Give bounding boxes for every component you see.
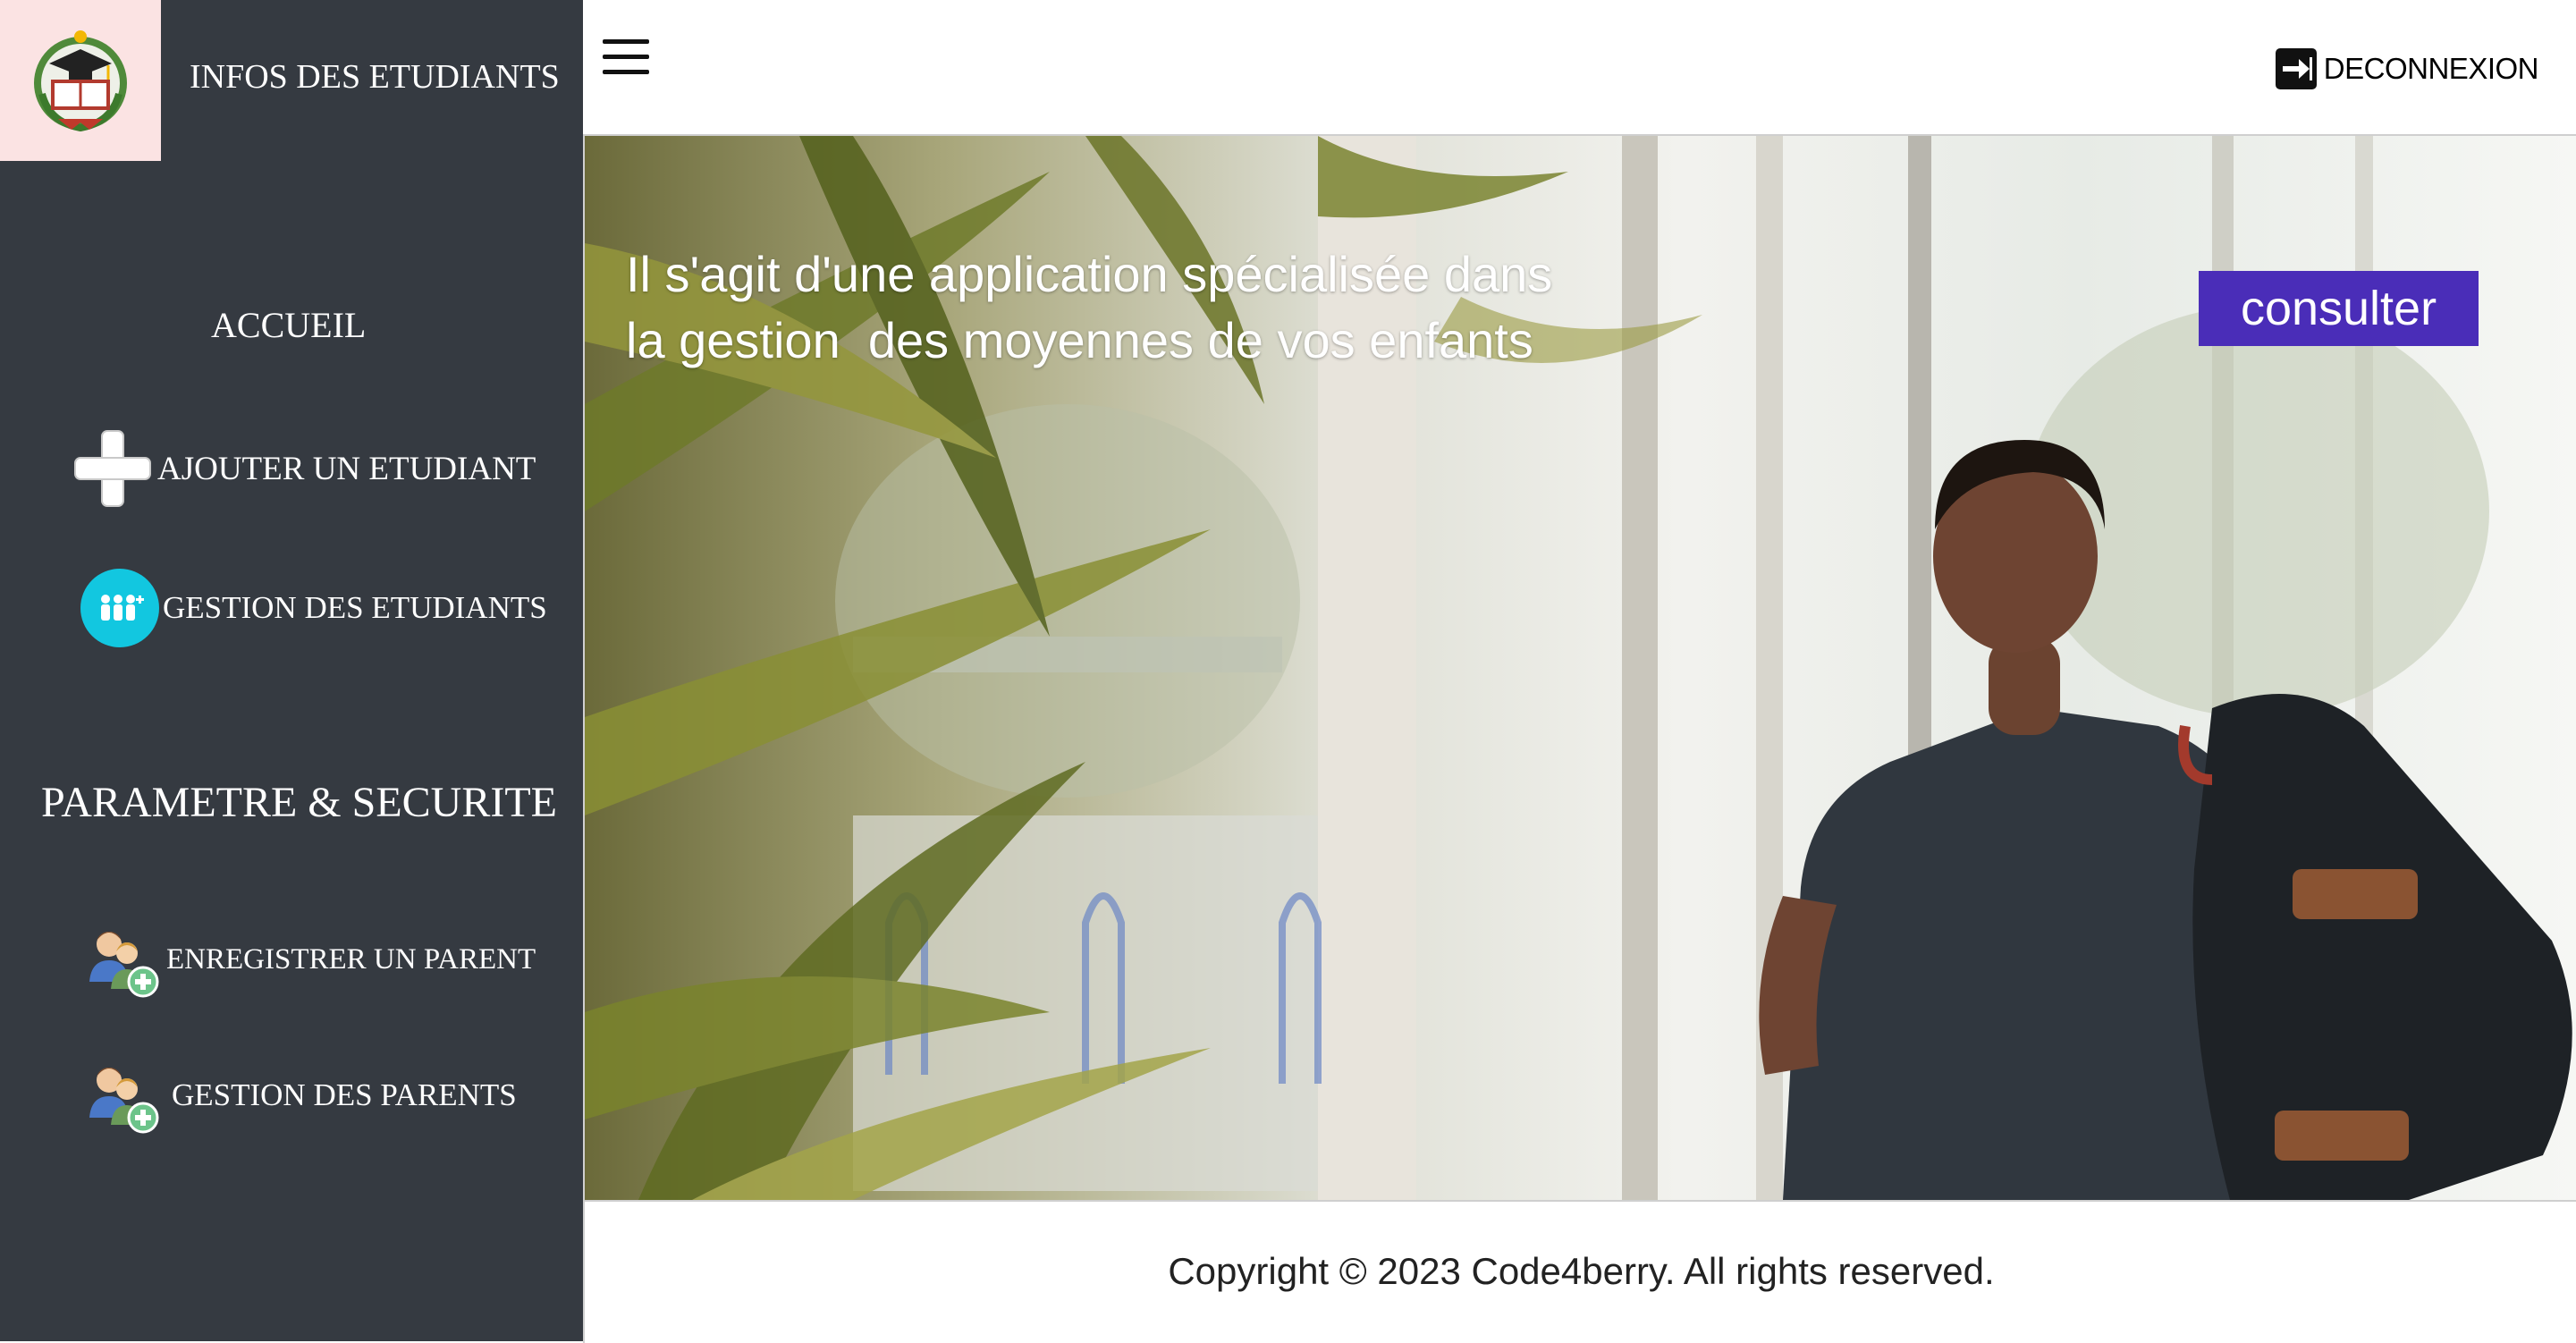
logout-arrow-icon — [2275, 48, 2317, 89]
footer: Copyright © 2023 Code4berry. All rights … — [583, 1200, 2576, 1343]
nav-manage-students-label: GESTION DES ETUDIANTS — [163, 590, 547, 625]
hero-tagline-line2: la gestion des moyennes de vos enfants — [626, 312, 1533, 368]
nav-manage-parents[interactable]: GESTION DES PARENTS — [82, 1055, 517, 1136]
sidebar: INFOS DES ETUDIANTS ACCUEIL AJOUTER UN E… — [0, 0, 583, 1341]
students-group-icon — [80, 569, 159, 647]
nav-add-student-label: AJOUTER UN ETUDIANT — [157, 450, 536, 487]
nav-accueil[interactable]: ACCUEIL — [211, 304, 366, 346]
logout-button[interactable]: DECONNEXION — [2275, 48, 2539, 89]
hamburger-icon[interactable] — [603, 39, 649, 75]
app-title: INFOS DES ETUDIANTS — [190, 58, 560, 96]
plus-icon — [72, 427, 154, 510]
nav-register-parent-label: ENREGISTRER UN PARENT — [166, 942, 536, 976]
graduation-cap-book-icon — [34, 30, 127, 132]
consult-button[interactable]: consulter — [2199, 271, 2479, 346]
hero-tagline-line1: Il s'agit d'une application spécialisée … — [626, 246, 1553, 302]
nav-manage-parents-label: GESTION DES PARENTS — [172, 1077, 517, 1112]
nav-accueil-label: ACCUEIL — [211, 305, 367, 345]
top-bar: DECONNEXION — [583, 0, 2576, 136]
logo[interactable] — [0, 0, 161, 161]
hero-banner: Il s'agit d'une application spécialisée … — [583, 136, 2576, 1200]
manage-parents-icon — [82, 1055, 163, 1136]
nav-manage-students[interactable]: GESTION DES ETUDIANTS — [80, 569, 547, 647]
nav-register-parent[interactable]: ENREGISTRER UN PARENT — [82, 919, 536, 1000]
logout-label: DECONNEXION — [2323, 52, 2539, 85]
copyright-text: Copyright © 2023 Code4berry. All rights … — [1168, 1250, 1995, 1292]
hero-tagline: Il s'agit d'une application spécialisée … — [626, 241, 1609, 374]
nav-add-student[interactable]: AJOUTER UN ETUDIANT — [72, 427, 536, 510]
section-title-settings: PARAMETRE & SECURITE — [41, 779, 557, 826]
add-parent-icon — [82, 919, 163, 1000]
